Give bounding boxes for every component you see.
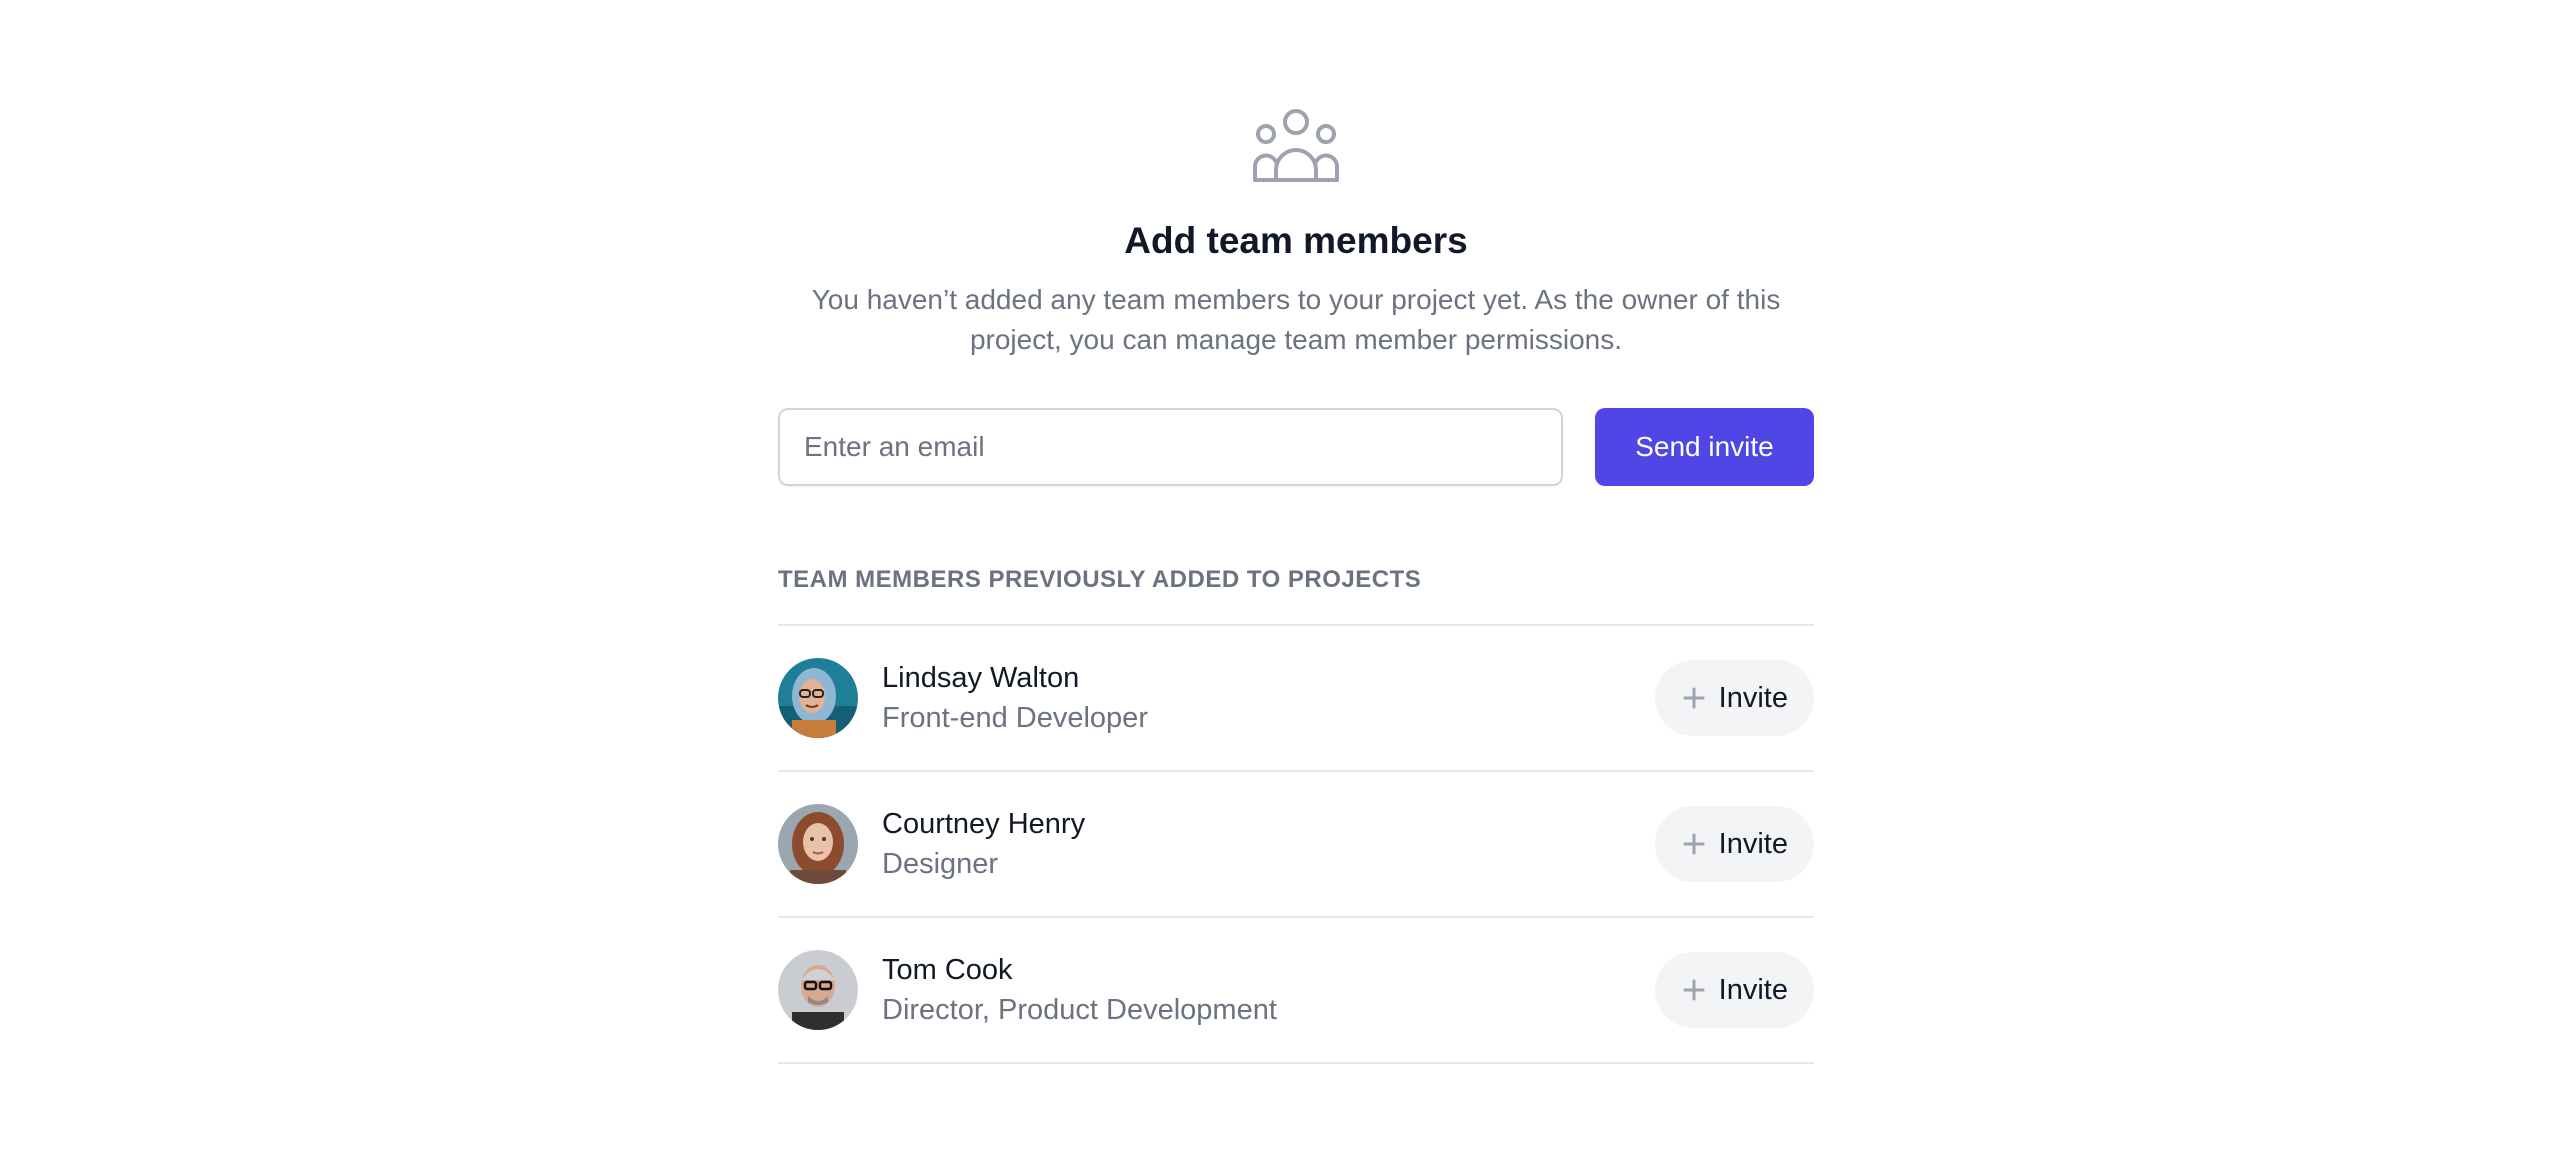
member-name: Lindsay Walton	[882, 662, 1080, 694]
invite-button[interactable]: Invite	[1654, 660, 1814, 736]
page-title: Add team members	[1124, 220, 1468, 261]
member-role: Front-end Developer	[882, 702, 1148, 734]
team-invite-panel: Add team members You haven’t added any t…	[778, 0, 1814, 1064]
member-name: Tom Cook	[882, 954, 1013, 986]
send-invite-button[interactable]: Send invite	[1595, 408, 1814, 486]
invite-button[interactable]: Invite	[1654, 952, 1814, 1028]
invite-form: Send invite	[778, 408, 1814, 486]
member-info: Tom Cook Director, Product Development	[882, 950, 1655, 1030]
plus-icon	[1683, 833, 1705, 855]
member-role: Director, Product Development	[882, 994, 1277, 1026]
invite-button-label: Invite	[1718, 827, 1788, 860]
member-role: Designer	[882, 848, 999, 880]
invite-button-label: Invite	[1718, 973, 1788, 1006]
avatar	[778, 804, 858, 884]
member-list: Lindsay Walton Front-end Developer Invit…	[778, 624, 1814, 1064]
section-heading: Team members previously added to project…	[778, 566, 1422, 593]
invite-button-label: Invite	[1718, 681, 1788, 714]
list-item: Lindsay Walton Front-end Developer Invit…	[778, 626, 1814, 772]
avatar	[778, 658, 858, 738]
member-name: Courtney Henry	[882, 808, 1086, 840]
list-item: Courtney Henry Designer Invite	[778, 772, 1814, 918]
list-item: Tom Cook Director, Product Development I…	[778, 918, 1814, 1064]
member-info: Lindsay Walton Front-end Developer	[882, 658, 1655, 738]
invite-button[interactable]: Invite	[1654, 806, 1814, 882]
email-input[interactable]	[778, 408, 1563, 486]
plus-icon	[1683, 687, 1705, 709]
header: Add team members You haven’t added any t…	[778, 108, 1814, 360]
plus-icon	[1683, 979, 1705, 1001]
page-description: You haven’t added any team members to yo…	[811, 284, 1781, 355]
member-info: Courtney Henry Designer	[882, 804, 1655, 884]
team-users-icon	[1253, 109, 1339, 182]
avatar	[778, 950, 858, 1030]
